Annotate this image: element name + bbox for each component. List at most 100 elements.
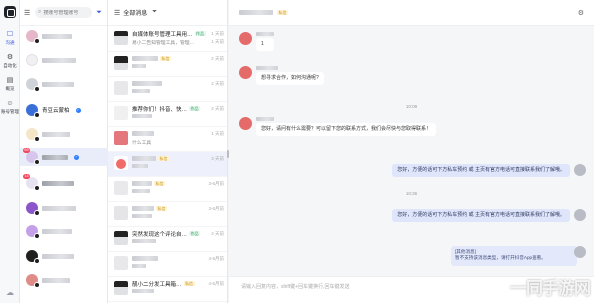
message-bubble: 您好，方便的话可下方私车预约 或 主页有官方电话可直接联系我们了解哦。 <box>392 209 570 222</box>
avatar <box>239 32 252 45</box>
outgoing-message: 您好，方便的话可下方私车预约 或 主页有官方电话可直接联系我们了解哦。 <box>392 164 586 177</box>
overview-icon: ▤ <box>6 77 14 84</box>
conversation-item[interactable]: 突然发现这个评论自… 作品 4 天前 <box>108 227 227 252</box>
account-item[interactable] <box>20 27 108 45</box>
app-logo-icon <box>4 6 16 18</box>
conversation-time: 4-6月前 <box>208 281 224 286</box>
account-search[interactable]: ⌕ <box>35 7 92 18</box>
douyin-icon <box>34 38 40 44</box>
account-item[interactable]: 14 <box>20 174 108 192</box>
account-item-selected[interactable]: 69 ✓ <box>20 148 108 166</box>
message-bubble: 1 <box>256 38 274 51</box>
account-item[interactable] <box>20 125 108 143</box>
avatar <box>574 246 586 258</box>
message-bubble: 您好，方便的话可下方私车预约 或 主页有官方电话可直接联系我们了解哦。 <box>392 164 570 177</box>
douyin-icon <box>34 86 40 92</box>
account-name: 青豆云蒙柏 <box>42 108 70 114</box>
conversation-time: 1 天前 <box>211 39 224 44</box>
conversation-time: 2 天前 <box>211 106 224 111</box>
unsupported-message-notice: [其他消息] 暂不支持该消息类型，请打开抖音App查看。 <box>451 246 577 266</box>
account-item[interactable] <box>20 51 108 69</box>
rail-item-chat[interactable]: ☐ 沟通 <box>0 30 20 46</box>
avatar <box>26 274 40 288</box>
conversation-thumbnail <box>114 256 128 270</box>
nav-rail: ☐ 沟通 ⚙ 自动化 ▤ 概览 ☺ 账号管理 ☁ <box>0 0 20 303</box>
conversation-thumbnail <box>114 31 128 45</box>
conversation-time: 3-6月前 <box>208 206 224 211</box>
filter-icon[interactable]: ⏷ <box>152 9 157 16</box>
douyin-icon <box>34 282 40 288</box>
timestamp: 10:36 <box>405 191 418 196</box>
rail-item-automation[interactable]: ⚙ 自动化 <box>0 53 20 69</box>
conversation-title: 突然发现这个评论自… <box>132 231 188 238</box>
chat-contact-name <box>239 10 273 15</box>
private-message-tag: 私信 <box>160 56 171 61</box>
douyin-icon <box>34 136 40 142</box>
conversation-item[interactable]: 私信 2 天前 <box>108 52 227 77</box>
avatar <box>574 164 586 176</box>
douyin-icon <box>34 185 40 191</box>
conversation-item-selected[interactable]: 私信 3 天前 <box>108 152 227 177</box>
douyin-icon <box>34 233 40 239</box>
work-tag: 作品 <box>194 31 206 36</box>
conversation-title: 靓小二分发工具箱… <box>132 281 182 288</box>
conversation-thumbnail <box>114 281 128 295</box>
chat-panel: 私信 ⚙ 1 想寻求合作，如何沟通呢? 10:09 您好，请问有什么需要？可以留… <box>229 0 594 303</box>
conversation-title: 自媒体账号管理工具用… <box>132 31 193 38</box>
conversation-time: 2 天前 <box>211 81 224 86</box>
conversation-item[interactable]: 自媒体账号管理工具用… 作品 易小二告知管理工具，管理… 1 天前 1 天前 <box>108 27 227 52</box>
account-item[interactable] <box>20 271 108 289</box>
menu-icon[interactable]: ☰ <box>114 9 120 17</box>
account-item[interactable]: 青豆云蒙柏 ✓ <box>20 101 108 119</box>
conversation-item[interactable]: 4-6月前 <box>108 252 227 277</box>
conversation-thumbnail <box>114 206 128 220</box>
account-item[interactable] <box>20 199 108 217</box>
conversation-item[interactable]: 私信 3-6月前 <box>108 177 227 202</box>
conversation-item[interactable]: 私信 3-6月前 <box>108 202 227 227</box>
rail-label-overview: 概览 <box>5 86 15 91</box>
account-icon: ☺ <box>6 100 14 107</box>
account-item[interactable] <box>20 75 108 93</box>
avatar <box>26 54 38 66</box>
conversation-time: 1 天前 <box>211 31 224 36</box>
settings-icon[interactable]: ⚙ <box>578 9 584 17</box>
rail-item-accounts[interactable]: ☺ 账号管理 <box>0 99 20 115</box>
conversation-filter-title[interactable]: 全部消息 <box>123 8 147 17</box>
account-item[interactable] <box>20 222 108 240</box>
search-icon: ⌕ <box>38 9 42 15</box>
conversation-item[interactable]: 2 天前 <box>108 77 227 102</box>
conversation-item[interactable]: 推荐你们！抖音、快… 作品 2 天前 <box>108 102 227 127</box>
chat-header: 私信 ⚙ <box>229 0 594 26</box>
cloud-icon[interactable]: ☁ <box>4 289 16 297</box>
verified-icon: ✓ <box>75 107 81 113</box>
conversation-thumbnail <box>114 181 128 195</box>
conversation-time: 1 天前 <box>211 131 224 136</box>
incoming-message: 想寻求合作，如何沟通呢? <box>239 66 324 85</box>
conversation-item[interactable]: 靓小二分发工具箱… 私信 4-6月前 <box>108 277 227 302</box>
menu-icon[interactable]: ☰ <box>24 9 32 17</box>
outgoing-message: 您好，方便的话可下方私车预约 或 主页有官方电话可直接联系我们了解哦。 <box>392 209 586 222</box>
conversation-toolbar: ☰ 全部消息 ⏷ <box>108 0 227 26</box>
conversation-thumbnail <box>114 56 128 70</box>
conversation-title: 推荐你们！抖音、快… <box>132 106 188 113</box>
account-item[interactable] <box>20 247 108 265</box>
private-message-tag: 私信 <box>154 181 165 186</box>
conversation-time: 3 天前 <box>211 156 224 161</box>
conversation-time: 2 天前 <box>211 56 224 61</box>
avatar <box>26 202 40 216</box>
account-search-input[interactable] <box>43 9 89 16</box>
douyin-icon <box>34 210 40 216</box>
work-tag: 作品 <box>189 231 201 236</box>
conversation-item[interactable]: 什么工具 1 天前 <box>108 127 227 152</box>
conversation-thumbnail <box>114 231 128 245</box>
avatar <box>26 250 40 264</box>
filter-icon[interactable]: ⏷ <box>95 9 103 17</box>
avatar <box>26 30 40 44</box>
rail-item-overview[interactable]: ▤ 概览 <box>0 76 20 92</box>
douyin-icon <box>34 159 40 165</box>
rail-label-chat: 沟通 <box>5 40 15 45</box>
avatar <box>26 104 40 118</box>
unread-badge: 14 <box>23 174 30 179</box>
avatar <box>26 78 40 92</box>
work-tag: 作品 <box>189 106 201 111</box>
